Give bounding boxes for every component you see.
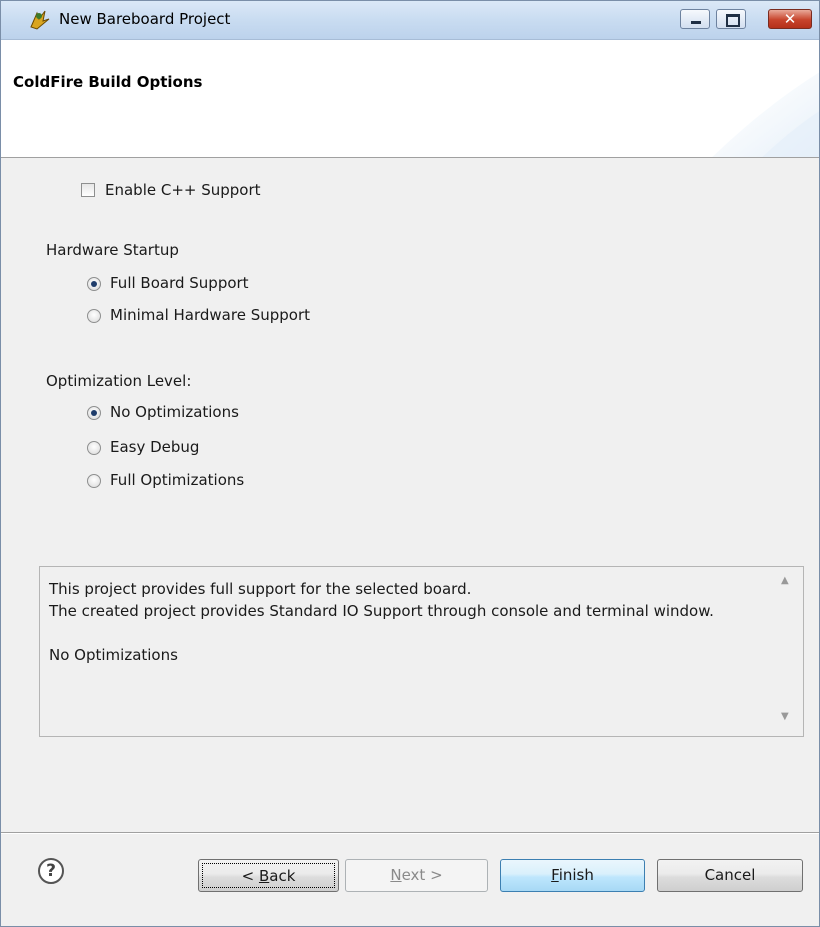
title-bar[interactable]: New Bareboard Project ✕ xyxy=(1,1,819,40)
page-title: ColdFire Build Options xyxy=(13,73,203,91)
scroll-down-icon[interactable]: ▼ xyxy=(781,711,789,722)
scroll-up-icon[interactable]: ▲ xyxy=(781,575,789,586)
optimization-level-heading: Optimization Level: xyxy=(46,372,192,390)
full-board-support-label[interactable]: Full Board Support xyxy=(110,274,249,292)
back-button-label: < Back xyxy=(202,863,335,888)
next-rest: ext > xyxy=(401,866,443,884)
next-button[interactable]: Next > xyxy=(345,859,488,892)
project-wizard-icon xyxy=(27,7,51,31)
easy-debug-radio[interactable] xyxy=(87,441,101,455)
enable-cpp-label[interactable]: Enable C++ Support xyxy=(105,181,261,199)
easy-debug-label[interactable]: Easy Debug xyxy=(110,438,199,456)
next-mnemonic: N xyxy=(390,866,402,884)
description-textbox[interactable]: This project provides full support for t… xyxy=(39,566,804,737)
description-line: This project provides full support for t… xyxy=(49,580,472,598)
minimal-hardware-support-label[interactable]: Minimal Hardware Support xyxy=(110,306,310,324)
back-rest: ack xyxy=(269,867,296,885)
help-icon[interactable]: ? xyxy=(38,858,64,884)
window-title: New Bareboard Project xyxy=(59,10,231,28)
full-optimizations-label[interactable]: Full Optimizations xyxy=(110,471,244,489)
no-optimizations-label[interactable]: No Optimizations xyxy=(110,403,239,421)
finish-mnemonic: F xyxy=(551,866,559,884)
description-line: No Optimizations xyxy=(49,646,178,664)
minimal-hardware-support-radio[interactable] xyxy=(87,309,101,323)
minimize-icon xyxy=(691,21,701,24)
description-line xyxy=(49,622,769,644)
back-mnemonic: B xyxy=(258,867,270,885)
back-button[interactable]: < Back xyxy=(198,859,339,892)
cancel-button[interactable]: Cancel xyxy=(657,859,803,892)
close-icon: ✕ xyxy=(783,10,797,28)
wizard-window: New Bareboard Project ✕ ColdFire Build O… xyxy=(0,0,820,927)
header-decoration xyxy=(712,72,819,157)
description-text: This project provides full support for t… xyxy=(49,578,769,666)
back-prefix: < xyxy=(241,867,259,885)
minimize-button[interactable] xyxy=(680,9,710,29)
finish-button[interactable]: Finish xyxy=(500,859,645,892)
maximize-icon xyxy=(726,14,740,27)
no-optimizations-radio[interactable] xyxy=(87,406,101,420)
wizard-header: ColdFire Build Options xyxy=(1,40,819,158)
footer-separator xyxy=(1,832,819,834)
maximize-button[interactable] xyxy=(716,9,746,29)
hardware-startup-heading: Hardware Startup xyxy=(46,241,179,259)
full-optimizations-radio[interactable] xyxy=(87,474,101,488)
description-line: The created project provides Standard IO… xyxy=(49,602,714,620)
enable-cpp-checkbox[interactable] xyxy=(81,183,95,197)
finish-rest: inish xyxy=(558,866,594,884)
close-button[interactable]: ✕ xyxy=(768,9,812,29)
full-board-support-radio[interactable] xyxy=(87,277,101,291)
